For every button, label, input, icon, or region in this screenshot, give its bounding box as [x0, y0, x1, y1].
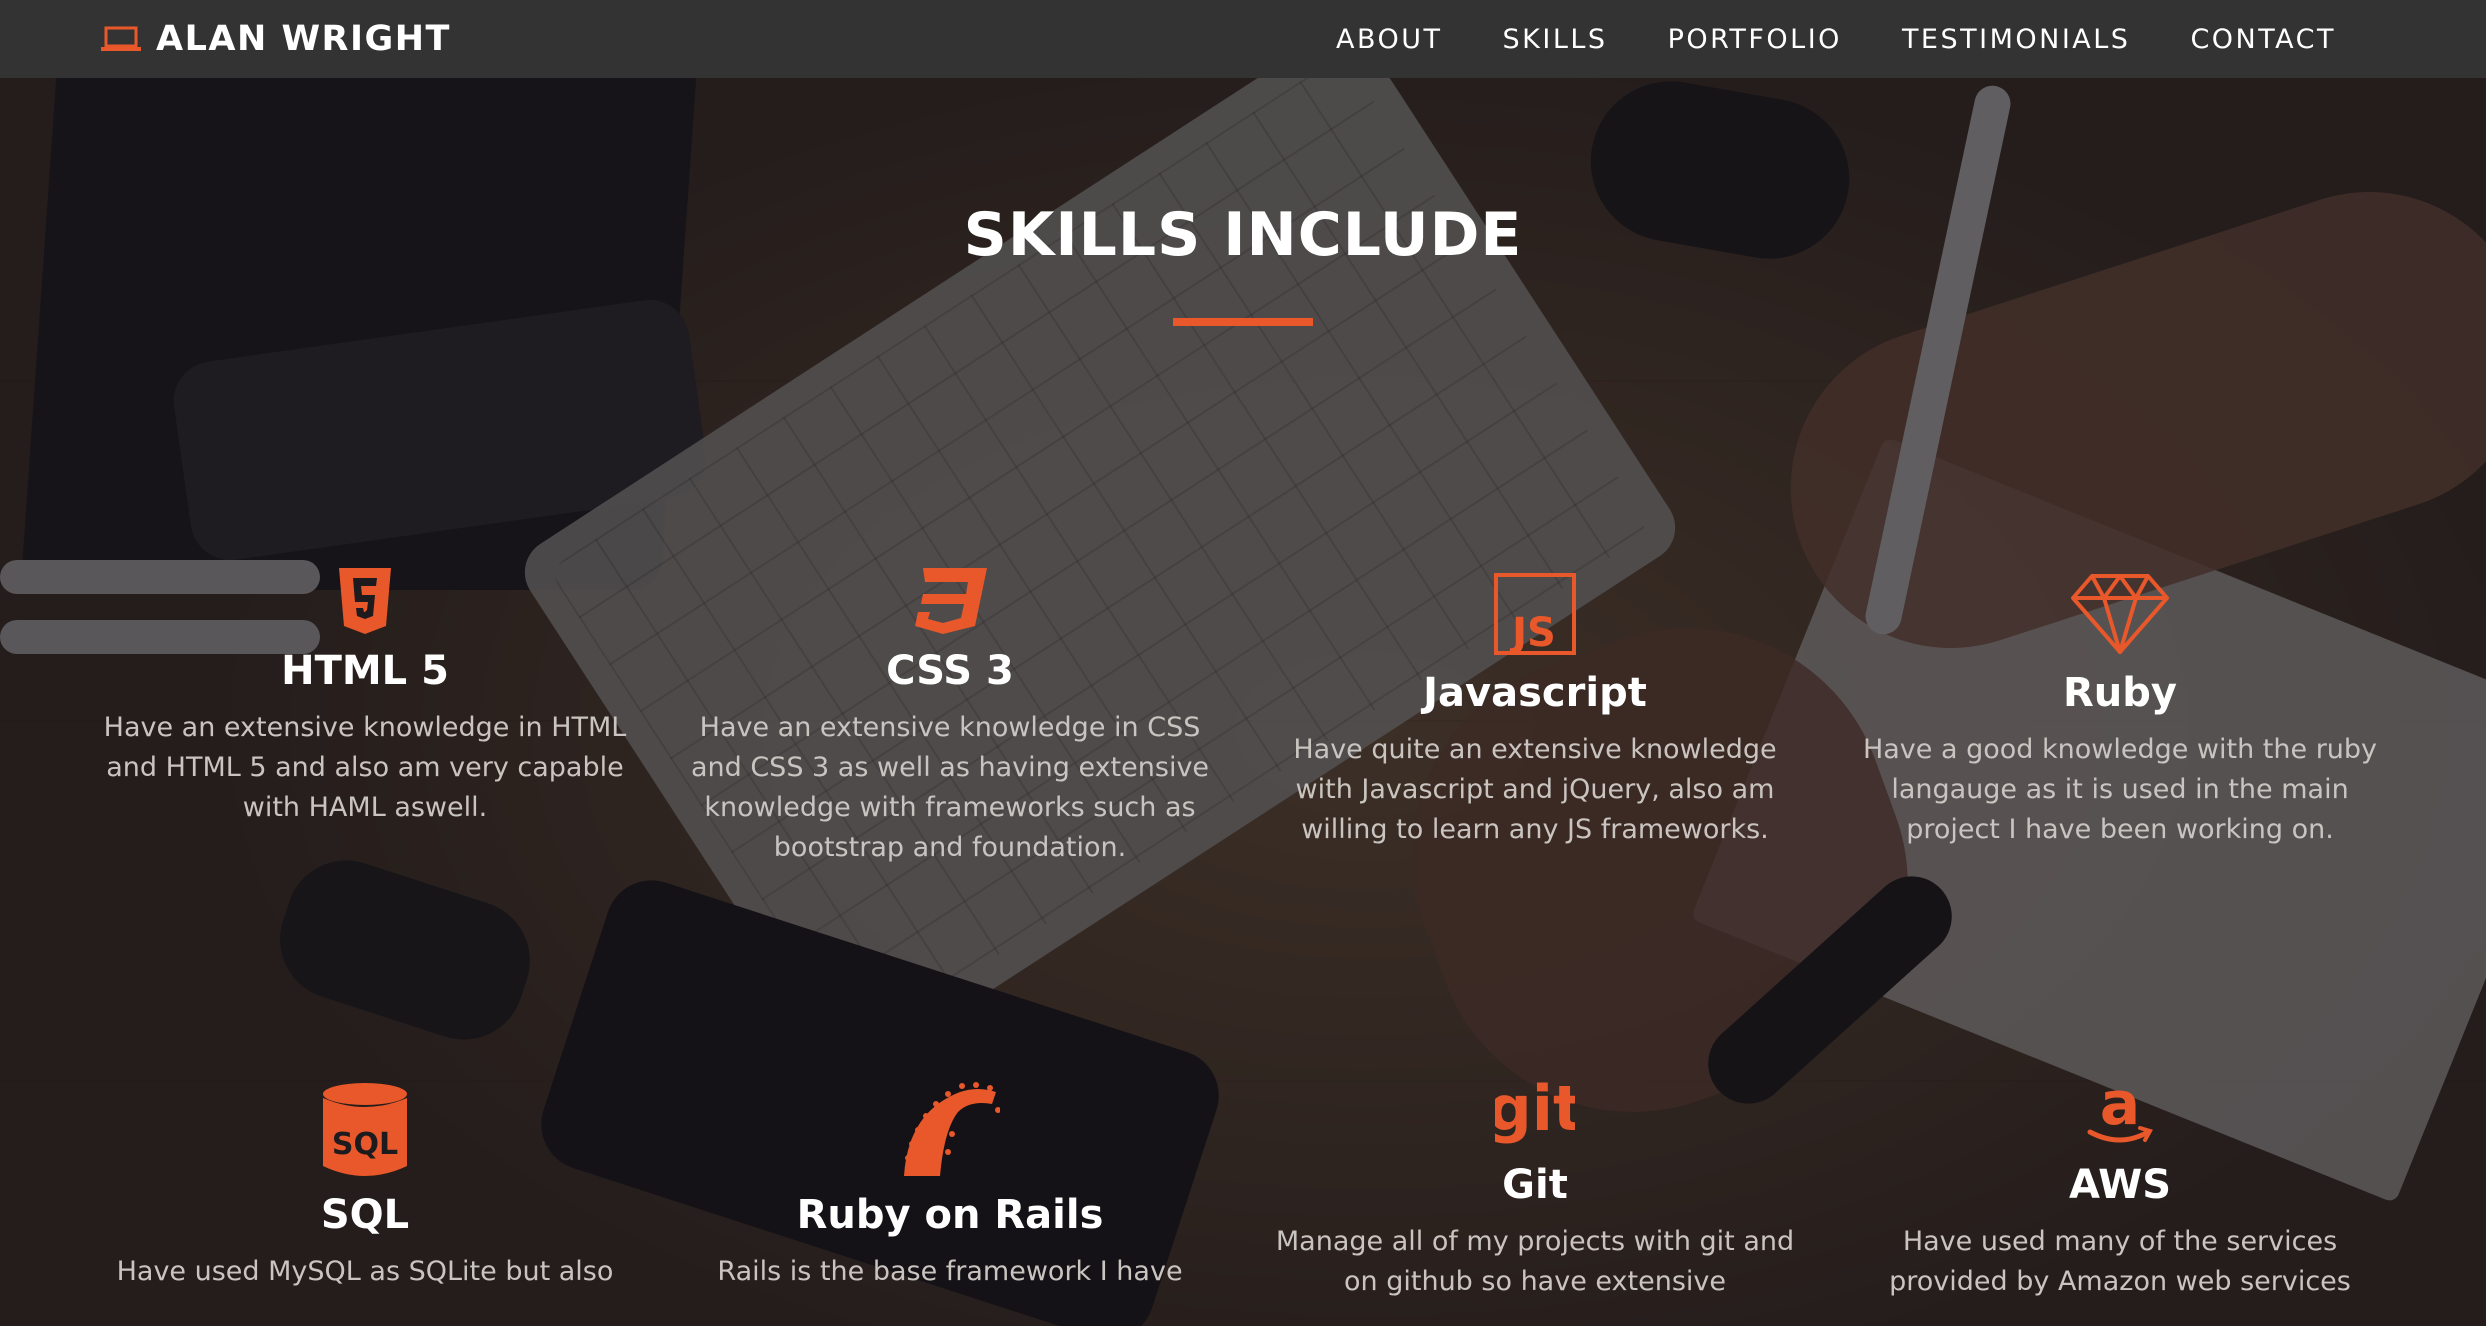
skill-description: Have an extensive knowledge in HTML and …	[103, 712, 627, 823]
nav-link-about[interactable]: ABOUT	[1336, 24, 1443, 55]
css3-icon	[915, 568, 987, 634]
skill-description: Have a good knowledge with the ruby lang…	[1862, 734, 2378, 845]
html5-icon	[339, 568, 391, 634]
skill-card-css3: CSS 3 Have an extensive knowledge in CSS…	[690, 568, 1210, 868]
rails-icon	[904, 1082, 1000, 1176]
skill-card-ruby: Ruby Have a good knowledge with the ruby…	[1860, 572, 2380, 850]
skill-card-git: git Git Manage all of my projects with g…	[1275, 1078, 1795, 1302]
skill-name: Git	[1502, 1162, 1568, 1208]
nav-links: ABOUT SKILLS PORTFOLIO TESTIMONIALS CONT…	[1336, 24, 2336, 55]
section-title: SKILLS INCLUDE	[963, 200, 1523, 270]
skill-name: Ruby	[2063, 670, 2177, 716]
svg-text:SQL: SQL	[332, 1127, 398, 1162]
nav-link-contact[interactable]: CONTACT	[2190, 24, 2336, 55]
git-icon: git	[1495, 1078, 1575, 1145]
skill-name: AWS	[2068, 1162, 2172, 1208]
nav-link-skills[interactable]: SKILLS	[1503, 24, 1608, 55]
nav-link-testimonials[interactable]: TESTIMONIALS	[1902, 24, 2131, 55]
skill-description: Have an extensive knowledge in CSS and C…	[690, 712, 1210, 863]
skill-name: HTML 5	[281, 648, 449, 694]
svg-text:git: git	[1495, 1078, 1575, 1145]
laptop-icon	[101, 26, 141, 51]
top-navbar: ALAN WRIGHT ABOUT SKILLS PORTFOLIO TESTI…	[0, 0, 2486, 78]
nav-link-portfolio[interactable]: PORTFOLIO	[1668, 24, 1842, 55]
svg-text:JS: JS	[1509, 610, 1556, 656]
amazon-icon: a	[2087, 1078, 2153, 1143]
skill-name: Ruby on Rails	[796, 1192, 1104, 1238]
brand-name: ALAN WRIGHT	[156, 19, 451, 59]
skill-description: Manage all of my projects with git and o…	[1275, 1226, 1795, 1297]
skill-description: Have used many of the services provided …	[1889, 1226, 2351, 1297]
skill-card-aws: a AWS Have used many of the services pro…	[1860, 1078, 2380, 1302]
skill-card-sql: SQL SQL Have used MySQL as SQLite but al…	[100, 1082, 630, 1292]
svg-text:a: a	[2100, 1078, 2141, 1139]
skill-card-javascript: JS Javascript Have quite an extensive kn…	[1275, 572, 1795, 850]
skill-name: Javascript	[1423, 670, 1647, 716]
brand-link[interactable]: ALAN WRIGHT	[100, 19, 451, 59]
skill-card-rails: Ruby on Rails Rails is the base framewor…	[690, 1082, 1210, 1292]
skill-name: CSS 3	[886, 648, 1014, 694]
skill-card-html5: HTML 5 Have an extensive knowledge in HT…	[100, 568, 630, 828]
ruby-gem-icon	[2071, 574, 2169, 654]
skill-description: Rails is the base framework I have	[717, 1256, 1183, 1287]
javascript-icon: JS	[1494, 573, 1576, 656]
skill-description: Have quite an extensive knowledge with J…	[1293, 734, 1777, 845]
skill-description: Have used MySQL as SQLite but also	[116, 1256, 614, 1287]
title-underline	[1173, 318, 1313, 326]
sql-database-icon: SQL	[323, 1083, 407, 1176]
skill-name: SQL	[320, 1192, 410, 1238]
